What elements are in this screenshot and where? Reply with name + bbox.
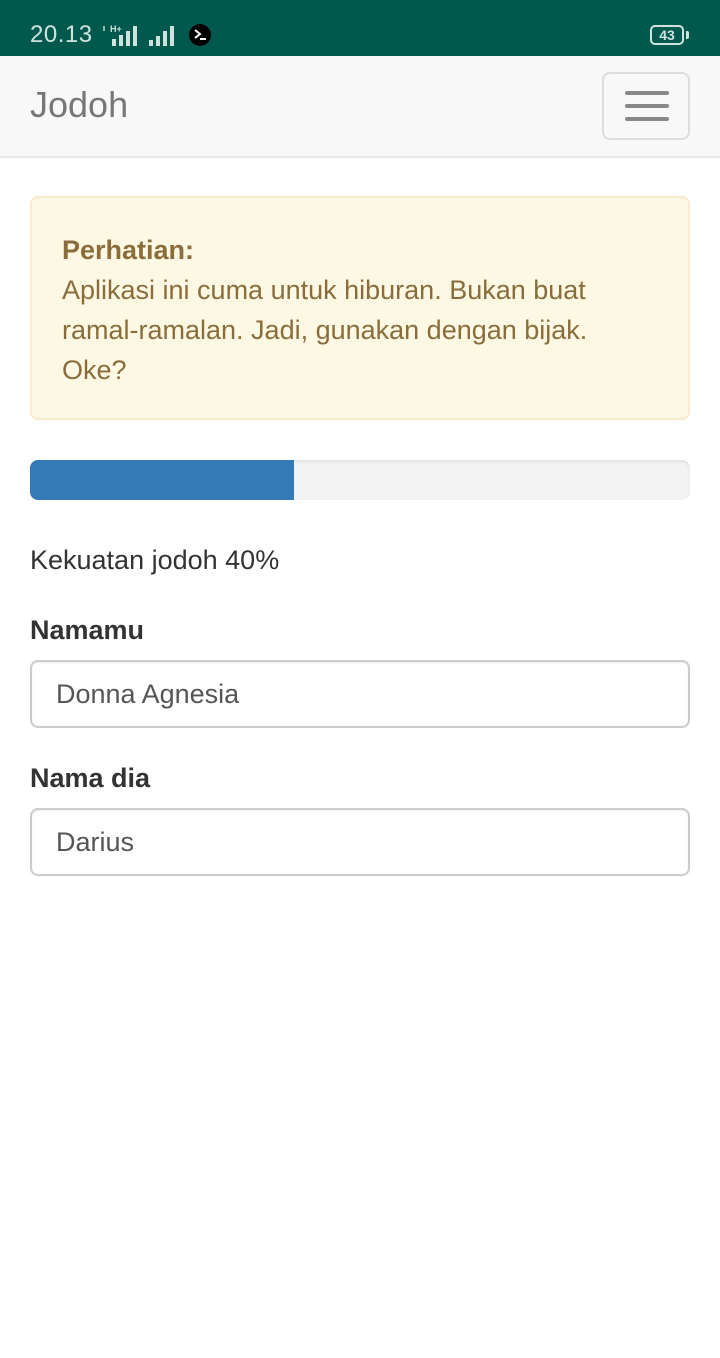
status-bar: 20.13 H+ 43 (0, 0, 720, 56)
alert-message: Aplikasi ini cuma untuk hiburan. Bukan b… (62, 275, 588, 385)
warning-alert: Perhatian: Aplikasi ini cuma untuk hibur… (30, 196, 690, 420)
status-time: 20.13 (30, 21, 93, 48)
battery-icon: 43 (650, 25, 684, 45)
their-name-label: Nama dia (30, 763, 151, 793)
match-strength-text: Kekuatan jodoh 40% (30, 545, 280, 575)
hamburger-menu-button[interactable] (602, 72, 690, 140)
menu-bar-line (625, 117, 669, 121)
network-badge: H+ (110, 24, 122, 34)
menu-bar-line (625, 104, 669, 108)
navbar-brand[interactable]: Jodoh (30, 84, 128, 126)
signal-icons: H+ (103, 24, 211, 46)
match-progress-bar (30, 460, 690, 500)
menu-bar-line (625, 91, 669, 95)
navbar: Jodoh (0, 56, 720, 158)
progress-fill (30, 460, 294, 500)
your-name-label: Namamu (30, 615, 145, 645)
battery-tip (686, 31, 689, 39)
alert-title: Perhatian: (62, 235, 195, 265)
their-name-input[interactable] (30, 808, 690, 876)
signal-icon (149, 26, 174, 46)
battery-level: 43 (659, 27, 675, 43)
your-name-input[interactable] (30, 660, 690, 728)
terminal-icon (189, 24, 211, 46)
signal-h-plus-icon: H+ (103, 24, 137, 46)
